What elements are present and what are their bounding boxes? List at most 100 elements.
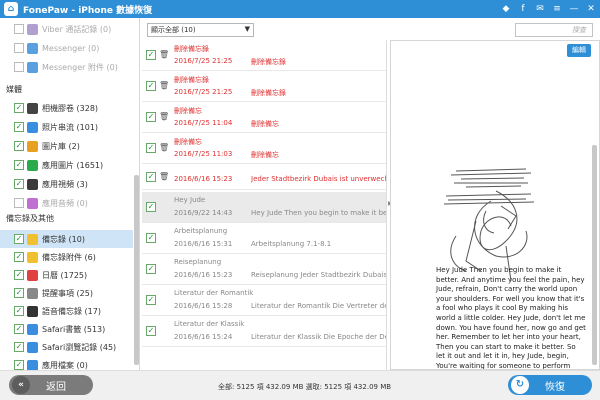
- checkbox[interactable]: [14, 24, 24, 34]
- sidebar-item[interactable]: ✓ Safari瀏覽記錄 (45): [0, 338, 133, 356]
- item-preview: Reiseplanung Jeder Stadtbezirk Dubais: [251, 271, 386, 279]
- camera-icon: [27, 102, 38, 114]
- checkbox[interactable]: ✓: [146, 143, 156, 153]
- gem-icon[interactable]: ◆: [501, 2, 511, 16]
- edit-button[interactable]: 編輯: [567, 44, 591, 57]
- checkbox[interactable]: ✓: [146, 233, 156, 243]
- recover-icon: ↻: [511, 376, 529, 394]
- checkbox[interactable]: ✓: [146, 172, 156, 182]
- photo-library-icon: [27, 140, 38, 152]
- sidebar-item[interactable]: 應用音頻 (0): [0, 194, 133, 212]
- sidebar-item-label: Messenger 附件 (0): [42, 62, 118, 72]
- sidebar-item[interactable]: Messenger 附件 (0): [0, 58, 133, 76]
- search-input[interactable]: 搜查: [515, 23, 593, 37]
- checkbox[interactable]: ✓: [14, 103, 24, 113]
- item-title: 刪除備忘錄: [174, 76, 209, 84]
- sidebar-scrollbar[interactable]: [134, 175, 139, 365]
- sidebar-item-label: 備忘錄 (10): [42, 234, 85, 244]
- item-title: Arbeitsplanung: [174, 227, 228, 235]
- sidebar-item-label: 圖片庫 (2): [42, 141, 80, 151]
- checkbox[interactable]: ✓: [146, 326, 156, 336]
- checkbox[interactable]: ✓: [14, 122, 24, 132]
- sidebar-item-label: 應用圖片 (1651): [42, 160, 104, 170]
- photostream-icon: [27, 121, 38, 133]
- list-item[interactable]: ✓ Literatur der Klassik 2016/6/16 15:24 Lit…: [142, 316, 386, 347]
- list-item[interactable]: ✓ Hey Jude 2016/9/22 14:43 Hey Jude Then yo…: [142, 192, 386, 223]
- checkbox[interactable]: [14, 198, 24, 208]
- checkbox[interactable]: ✓: [146, 264, 156, 274]
- sidebar-item-label: 照片串流 (101): [42, 122, 99, 132]
- menu-icon[interactable]: ≡: [552, 2, 562, 16]
- trash-icon: 🗑: [159, 143, 170, 152]
- checkbox[interactable]: ✓: [14, 141, 24, 151]
- sidebar-item-label: 備忘錄附件 (6): [42, 252, 96, 262]
- item-preview: 刪除備忘: [251, 151, 279, 159]
- item-date: 2016/9/22 14:43: [174, 209, 233, 217]
- sidebar-item[interactable]: ✓ 應用圖片 (1651): [0, 156, 133, 174]
- note-preview-pane: 編輯 Hey Jude Then you begin to make it be…: [390, 40, 600, 370]
- close-icon[interactable]: ✕: [586, 2, 596, 16]
- checkbox[interactable]: ✓: [14, 306, 24, 316]
- sidebar-item[interactable]: ✓ Safari書籤 (513): [0, 320, 133, 338]
- minimize-icon[interactable]: —: [569, 2, 579, 16]
- item-title: Literatur der Klassik: [174, 320, 245, 328]
- checkbox[interactable]: ✓: [146, 112, 156, 122]
- sidebar-item-label: Safari瀏覽記錄 (45): [42, 342, 117, 352]
- item-preview: Literatur der Romantik Die Vertreter der: [251, 302, 386, 310]
- preview-scrollbar[interactable]: [592, 145, 597, 365]
- sidebar-item[interactable]: ✓ 相機膠卷 (328): [0, 99, 133, 117]
- list-item[interactable]: ✓ 🗑 2016/6/16 15:23 Jeder Stadtbezirk Dubai…: [142, 164, 386, 190]
- app-photo-icon: [27, 159, 38, 171]
- item-title: 刪除備忘錄: [174, 45, 209, 53]
- sidebar-item-label: 應用視頻 (3): [42, 179, 88, 189]
- sidebar-item[interactable]: ✓ 應用檔案 (0): [0, 356, 133, 370]
- sidebar-item[interactable]: Messenger (0): [0, 39, 133, 57]
- list-item[interactable]: ✓ 🗑 刪除備忘錄 2016/7/25 21:25 刪除備忘錄: [142, 40, 386, 71]
- safari-history-icon: [27, 341, 38, 353]
- sidebar-item[interactable]: ✓ 備忘錄附件 (6): [0, 248, 133, 266]
- app-video-icon: [27, 178, 38, 190]
- sidebar-item[interactable]: ✓ 日曆 (1725): [0, 266, 133, 284]
- sidebar-item-label: 語音備忘錄 (17): [42, 306, 101, 316]
- list-item[interactable]: ✓ 🗑 刪除備忘錄 2016/7/25 21:25 刪除備忘錄: [142, 71, 386, 102]
- checkbox[interactable]: ✓: [146, 295, 156, 305]
- sidebar-item[interactable]: ✓ 提醒事項 (25): [0, 284, 133, 302]
- checkbox[interactable]: ✓: [14, 270, 24, 280]
- chevron-down-icon: ▼: [244, 25, 250, 33]
- checkbox[interactable]: ✓: [146, 50, 156, 60]
- sidebar-item[interactable]: ✓ 應用視頻 (3): [0, 175, 133, 193]
- recover-button[interactable]: ↻ 恢復: [508, 375, 592, 395]
- checkbox[interactable]: ✓: [14, 288, 24, 298]
- chat-icon[interactable]: ✉: [535, 2, 545, 16]
- checkbox[interactable]: ✓: [14, 179, 24, 189]
- back-button[interactable]: « 返回: [9, 375, 93, 395]
- list-item[interactable]: ✓ 🗑 刪除備忘 2016/7/25 11:04 刪除備忘: [142, 102, 386, 133]
- voice-memo-icon: [27, 305, 38, 317]
- checkbox[interactable]: [14, 43, 24, 53]
- app-audio-icon: [27, 197, 38, 209]
- checkbox[interactable]: ✓: [146, 202, 156, 212]
- messenger-icon: [27, 61, 38, 73]
- checkbox[interactable]: ✓: [14, 342, 24, 352]
- reminders-icon: [27, 287, 38, 299]
- checkbox[interactable]: ✓: [146, 81, 156, 91]
- checkbox[interactable]: ✓: [14, 252, 24, 262]
- sidebar-item[interactable]: ✓ 語音備忘錄 (17): [0, 302, 133, 320]
- facebook-icon[interactable]: f: [518, 2, 528, 16]
- list-item[interactable]: ✓ Reiseplanung 2016/6/16 15:23 Reiseplanung…: [142, 254, 386, 285]
- checkbox[interactable]: ✓: [14, 360, 24, 370]
- filter-dropdown[interactable]: 顯示全部 (10) ▼: [147, 23, 254, 37]
- checkbox[interactable]: ✓: [14, 324, 24, 334]
- list-item[interactable]: ✓ Arbeitsplanung 2016/6/16 15:31 Arbeitspla…: [142, 223, 386, 254]
- list-item[interactable]: ✓ Literatur der Romantik 2016/6/16 15:28 Li…: [142, 285, 386, 316]
- checkbox[interactable]: [14, 62, 24, 72]
- checkbox[interactable]: ✓: [14, 234, 24, 244]
- app-title: FonePaw - iPhone 數據恢復: [23, 5, 153, 16]
- sidebar-item[interactable]: ✓ 備忘錄 (10): [0, 230, 133, 248]
- item-date: 2016/6/16 15:24: [174, 333, 233, 341]
- sidebar-item[interactable]: ✓ 照片串流 (101): [0, 118, 133, 136]
- list-item[interactable]: ✓ 🗑 刪除備忘 2016/7/25 11:03 刪除備忘: [142, 133, 386, 164]
- sidebar-item[interactable]: ✓ 圖片庫 (2): [0, 137, 133, 155]
- sidebar-item[interactable]: Viber 通話記錄 (0): [0, 20, 133, 38]
- checkbox[interactable]: ✓: [14, 160, 24, 170]
